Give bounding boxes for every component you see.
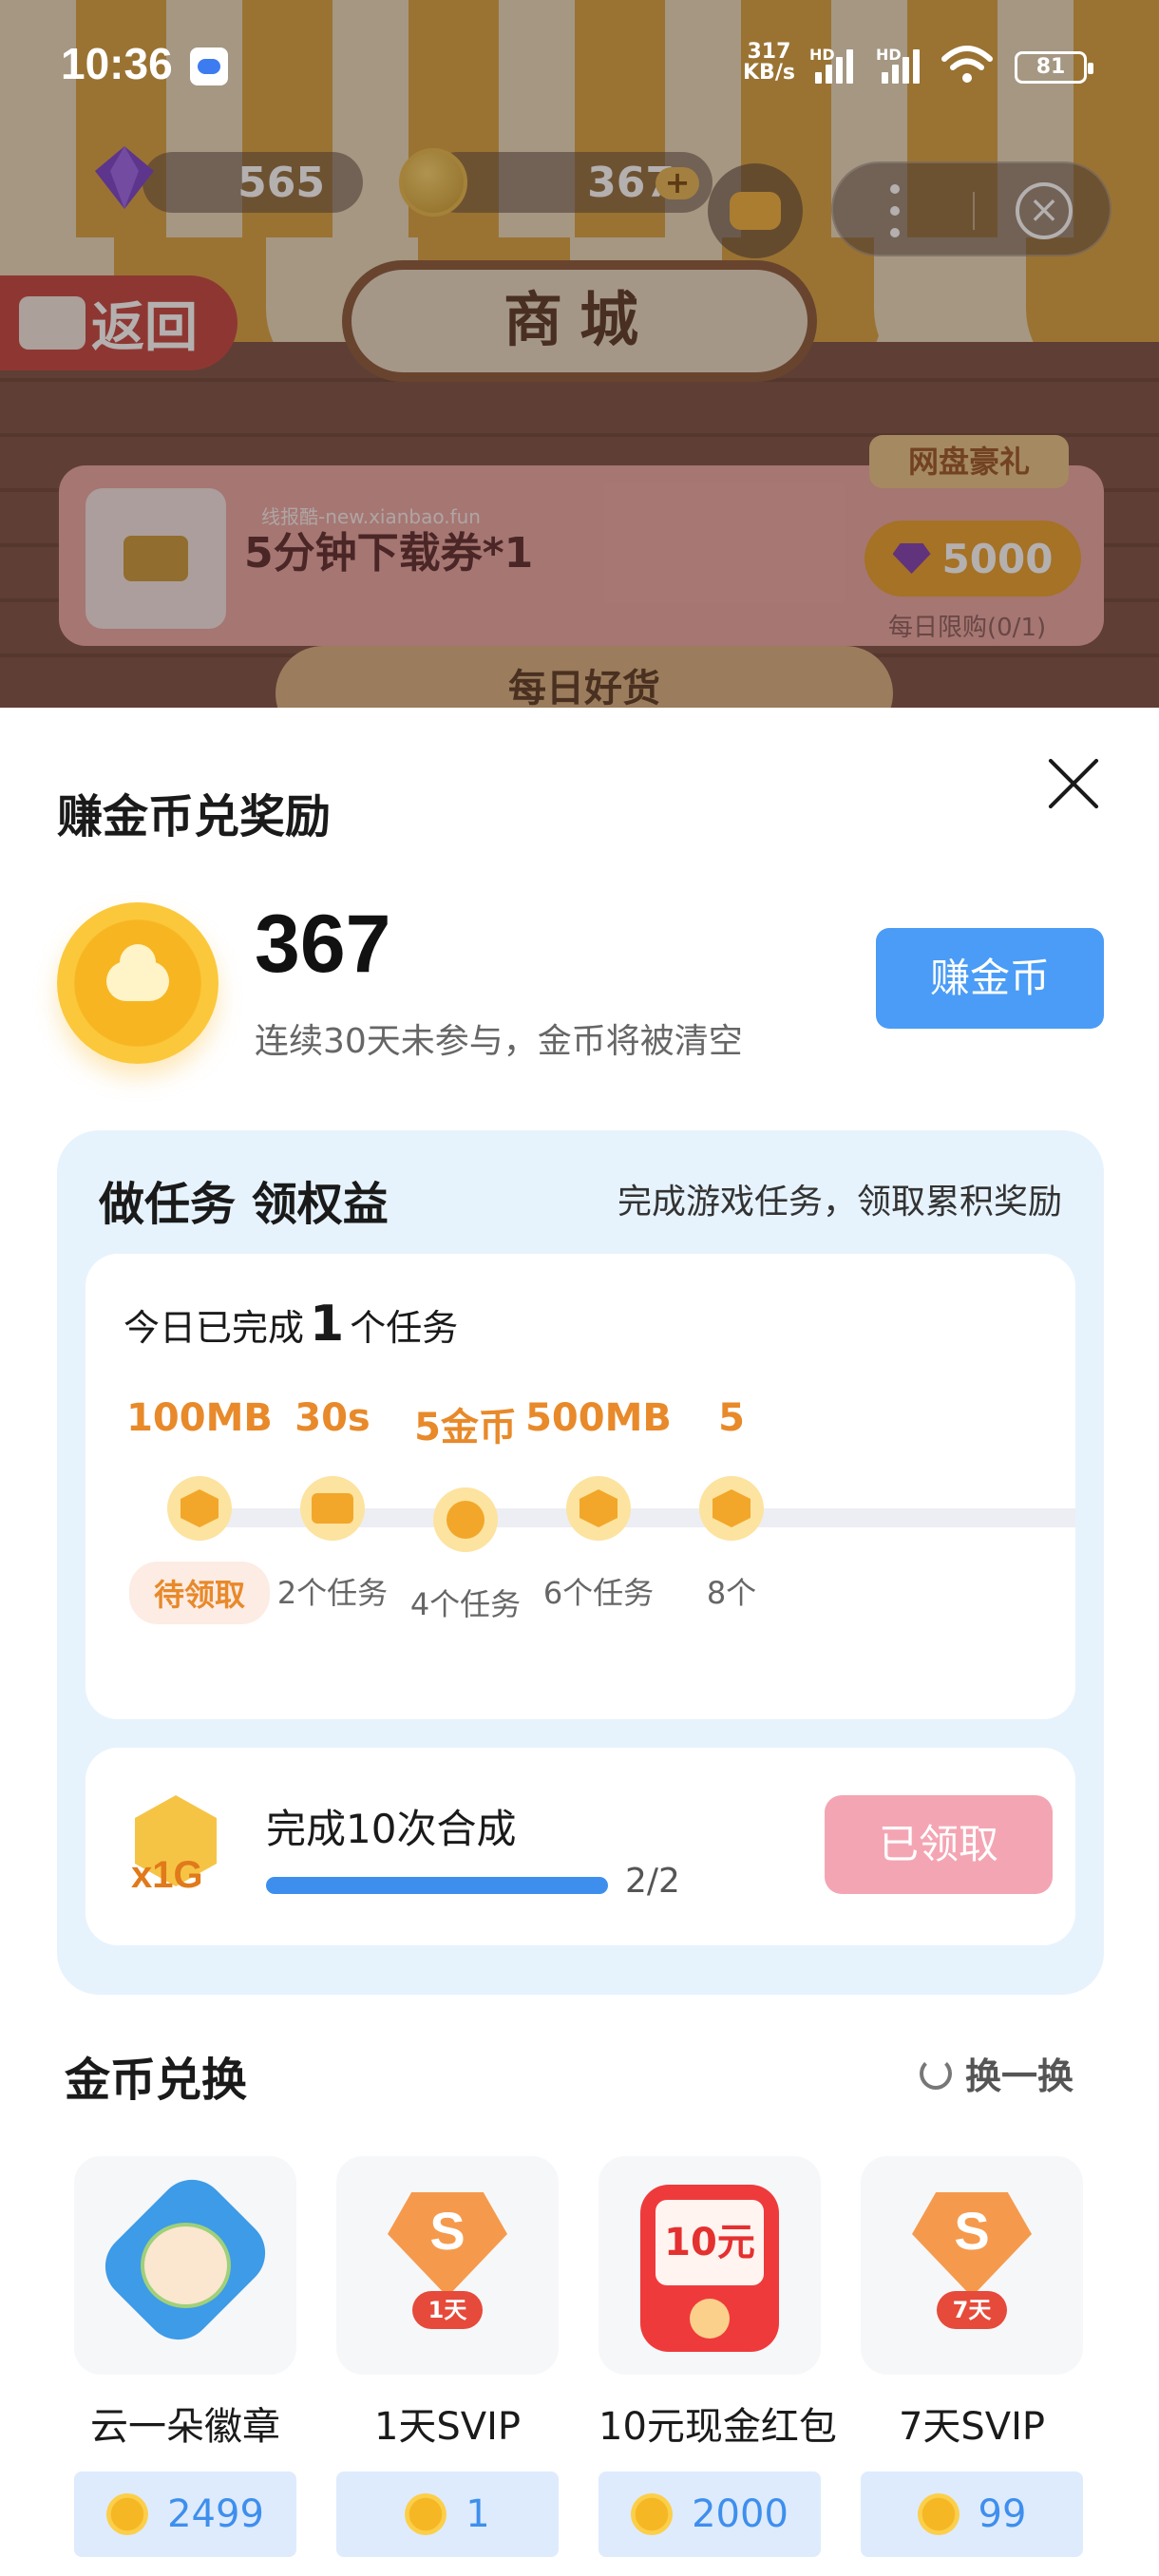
exchange-item[interactable]: 10元 10元现金红包 2000	[598, 2156, 837, 2557]
svip-thumbnail: S 1天	[336, 2156, 559, 2375]
reward-size-label: x1G	[131, 1854, 203, 1896]
coin-balance-value: 367	[255, 899, 391, 990]
data-hex-icon	[699, 1476, 764, 1541]
milestone-requirement: 8个	[706, 1575, 757, 1611]
cloud-app-icon	[190, 47, 228, 85]
red-envelope-icon: 10元	[640, 2185, 779, 2352]
item-cost: 2499	[167, 2492, 264, 2536]
badge-thumbnail	[74, 2156, 296, 2375]
exchange-item[interactable]: S 7天 7天SVIP 99	[861, 2156, 1083, 2557]
milestone-step: 5 8个	[646, 1396, 817, 1613]
redeem-button[interactable]: 1	[336, 2472, 559, 2557]
net-speed-value: 317	[747, 40, 791, 64]
coin-node-icon	[433, 1487, 498, 1552]
coin-expiry-note: 连续30天未参与，金币将被清空	[255, 1022, 743, 1061]
coin-icon	[917, 2493, 960, 2535]
coin-icon	[106, 2493, 149, 2535]
task-panel-subtitle: 完成游戏任务，领取累积奖励	[617, 1183, 1062, 1222]
refresh-label: 换一换	[964, 2055, 1074, 2097]
network-speed: 317 KB/s	[743, 42, 795, 84]
storage-reward-icon: x1G	[127, 1795, 222, 1900]
svip-thumbnail: S 7天	[861, 2156, 1083, 2375]
item-name: 云一朵徽章	[90, 2405, 280, 2449]
battery-icon: 81	[1015, 51, 1093, 84]
exchange-title: 金币兑换	[65, 2054, 248, 2107]
done-count: 1	[310, 1296, 345, 1353]
refresh-icon	[919, 2056, 952, 2090]
envelope-seal	[690, 2299, 730, 2339]
exchange-grid: 云一朵徽章 2499 S 1天 1天SVIP 1 10元 10元现金红包 200…	[74, 2156, 1083, 2557]
item-cost: 2000	[692, 2492, 788, 2536]
clock: 10:36	[61, 39, 173, 88]
sheet-title: 赚金币兑奖励	[57, 790, 332, 843]
mission-progress-bar	[266, 1877, 608, 1894]
game-shop-background: 565 367 + × 返回 商城 5分钟下载券*1 线报酷-new.xianb…	[0, 0, 1159, 708]
rewards-sheet: 赚金币兑奖励 367 连续30天未参与，金币将被清空 赚金币 做任务 领权益 完…	[0, 708, 1159, 2576]
ticket-icon	[300, 1476, 365, 1541]
item-name: 1天SVIP	[373, 2405, 522, 2449]
mascot-face-icon	[141, 2223, 231, 2308]
claimed-button[interactable]: 已领取	[825, 1795, 1053, 1894]
coin-icon	[405, 2493, 447, 2535]
data-hex-icon	[167, 1476, 232, 1541]
redeem-button[interactable]: 2499	[74, 2472, 296, 2557]
coin-icon	[631, 2493, 674, 2535]
redeem-button[interactable]: 2000	[598, 2472, 821, 2557]
signal-icon-2	[882, 49, 920, 84]
mission-name: 完成10次合成	[266, 1806, 517, 1852]
wifi-icon	[941, 46, 993, 83]
close-icon[interactable]	[1045, 755, 1102, 812]
mission-progress-text: 2/2	[625, 1862, 680, 1901]
svip-mark: S	[429, 2201, 466, 2261]
item-name: 7天SVIP	[898, 2405, 1046, 2449]
redeem-button[interactable]: 99	[861, 2472, 1083, 2557]
cloud-icon	[106, 944, 169, 1001]
task-panel: 做任务 领权益 完成游戏任务，领取累积奖励 今日已完成 1 个任务 100MB 待领…	[57, 1130, 1104, 1995]
signal-icon	[815, 49, 853, 84]
mission-card: x1G 完成10次合成 2/2 已领取	[86, 1748, 1075, 1945]
task-panel-title: 做任务 领权益	[99, 1178, 389, 1231]
item-name: 10元现金红包	[598, 2405, 837, 2449]
milestone-reward: 5	[718, 1396, 745, 1440]
task-progress-card[interactable]: 今日已完成 1 个任务 100MB 待领取 30s 2个任务 5金币 4个任务 50…	[86, 1254, 1075, 1719]
data-hex-icon	[566, 1476, 631, 1541]
status-bar: 10:36 317 KB/s HD HD 81	[0, 0, 1159, 133]
refresh-button[interactable]: 换一换	[919, 2047, 1074, 2099]
completed-count: 今日已完成 1 个任务	[124, 1296, 458, 1353]
done-prefix: 今日已完成	[124, 1307, 305, 1349]
net-speed-unit: KB/s	[743, 61, 795, 85]
exchange-item[interactable]: 云一朵徽章 2499	[74, 2156, 296, 2557]
exchange-item[interactable]: S 1天 1天SVIP 1	[336, 2156, 559, 2557]
envelope-amount: 10元	[656, 2200, 764, 2285]
done-suffix: 个任务	[350, 1307, 459, 1349]
svip-duration-badge: 7天	[937, 2291, 1007, 2329]
item-cost: 1	[466, 2492, 490, 2536]
earn-coins-button[interactable]: 赚金币	[876, 928, 1104, 1029]
red-envelope-thumbnail: 10元	[598, 2156, 821, 2375]
svip-duration-badge: 1天	[412, 2291, 483, 2329]
gold-coin-icon	[57, 902, 218, 1064]
item-cost: 99	[978, 2492, 1027, 2536]
svip-mark: S	[954, 2201, 990, 2261]
